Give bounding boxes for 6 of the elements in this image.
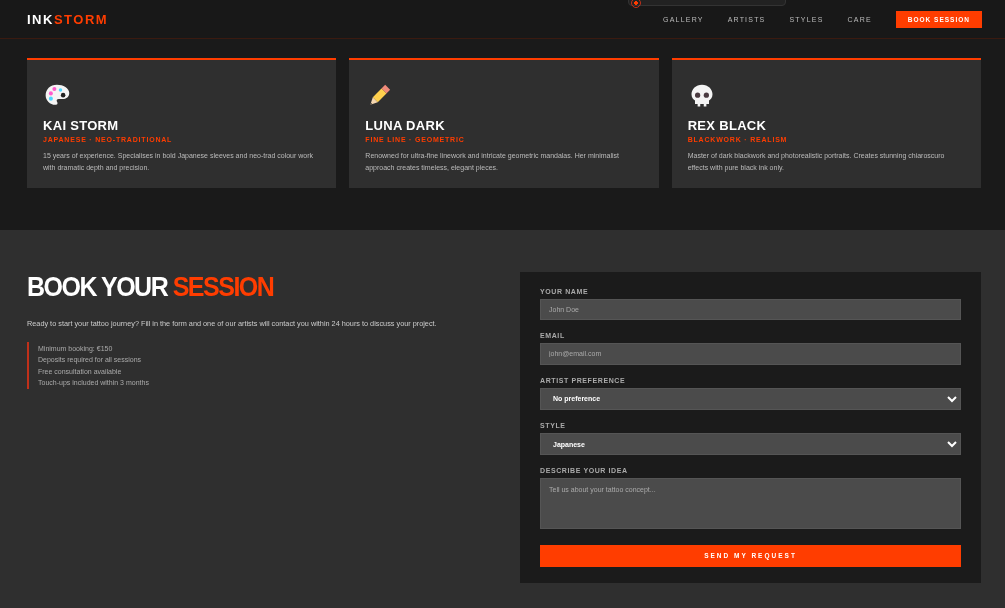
section-title: BOOK YOUR SESSION <box>27 270 275 303</box>
artist-name: LUNA DARK <box>365 118 446 133</box>
logo[interactable]: INKSTORM <box>27 11 109 27</box>
artist-name: REX BLACK <box>687 118 768 133</box>
record-icon <box>631 0 641 8</box>
artist-name: KAI STORM <box>43 118 120 133</box>
